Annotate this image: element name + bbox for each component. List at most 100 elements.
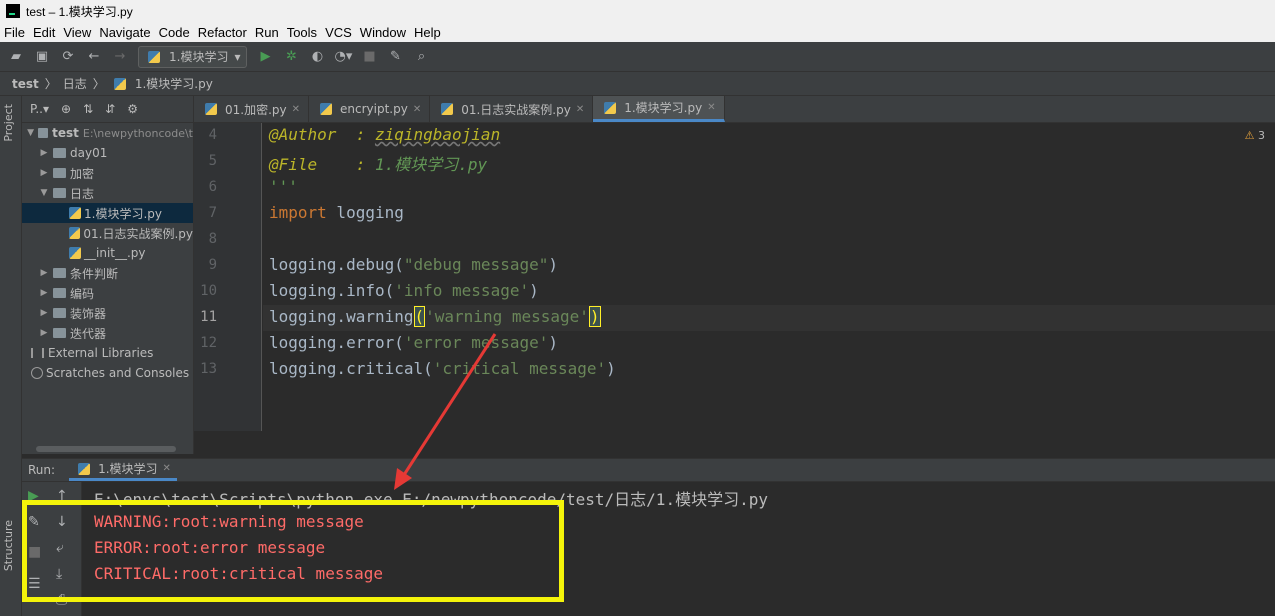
profile-icon[interactable]: ◔▾ bbox=[335, 49, 353, 65]
library-icon bbox=[31, 348, 44, 358]
project-view-select[interactable]: P..▾ bbox=[30, 102, 49, 116]
open-folder-icon[interactable]: ▰ bbox=[8, 49, 24, 65]
tree-item-module-study[interactable]: 1.模块学习.py bbox=[22, 203, 193, 223]
warnings-indicator[interactable]: ⚠ 3 bbox=[1245, 129, 1265, 142]
tree-item-label: day01 bbox=[70, 146, 108, 160]
menu-help[interactable]: Help bbox=[410, 25, 445, 40]
breadcrumb-folder[interactable]: 日志 bbox=[63, 75, 87, 92]
menu-vcs[interactable]: VCS bbox=[321, 25, 356, 40]
tree-item-label: Scratches and Consoles bbox=[46, 366, 190, 380]
structure-tool-tab[interactable]: Structure bbox=[2, 520, 15, 571]
tree-item-label: 装饰器 bbox=[70, 306, 107, 321]
folder-icon bbox=[53, 148, 66, 158]
search-icon[interactable]: ⌕ bbox=[413, 49, 429, 65]
tree-root-path: E:\newpythoncode\t bbox=[82, 126, 193, 140]
code-line-11: logging.warning('warning message') bbox=[269, 306, 601, 327]
menu-file[interactable]: File bbox=[0, 25, 29, 40]
coverage-icon[interactable]: ◐ bbox=[309, 49, 325, 65]
tree-item-init[interactable]: __init__.py bbox=[22, 243, 193, 263]
line-number-current: 11 bbox=[200, 309, 217, 325]
close-icon[interactable]: ✕ bbox=[707, 102, 715, 113]
run-tab-label: 1.模块学习 bbox=[98, 462, 158, 476]
menu-navigate[interactable]: Navigate bbox=[95, 25, 154, 40]
breadcrumb-separator-icon: 〉 bbox=[44, 77, 57, 91]
python-file-icon bbox=[604, 101, 617, 114]
menu-code[interactable]: Code bbox=[155, 25, 194, 40]
menu-refactor[interactable]: Refactor bbox=[194, 25, 251, 40]
main-toolbar: ▰ ▣ ⟳ ← → 1.模块学习 ▾ ▶ ✲ ◐ ◔▾ ■ ✎ ⌕ bbox=[0, 42, 1275, 72]
tab-jiami[interactable]: 01.加密.py ✕ bbox=[194, 96, 310, 122]
locate-icon[interactable]: ⊕ bbox=[61, 102, 71, 116]
tree-item-condition[interactable]: ▶ 条件判断 bbox=[22, 263, 193, 283]
code-line-10: logging.info('info message') bbox=[269, 281, 539, 300]
chevron-right-icon: ▶ bbox=[40, 288, 48, 298]
sync-icon[interactable]: ⟳ bbox=[60, 49, 76, 65]
tree-item-label: 迭代器 bbox=[70, 326, 107, 341]
collapse-all-icon[interactable]: ⇵ bbox=[105, 102, 115, 116]
line-gutter: 4 5 6 7 8 9 10 11 12 13 bbox=[194, 123, 262, 431]
back-arrow-icon[interactable]: ← bbox=[86, 49, 102, 65]
tree-root[interactable]: ▼ test E:\newpythoncode\t bbox=[22, 123, 193, 143]
line-number: 12 bbox=[200, 335, 217, 351]
left-tool-strip: Project Structure bbox=[0, 96, 22, 616]
line-number: 9 bbox=[208, 257, 217, 273]
code-editor[interactable]: 4 5 6 7 8 9 10 11 12 13 @Author : ziqing… bbox=[194, 123, 1275, 431]
tree-item-external-libraries[interactable]: External Libraries bbox=[22, 343, 193, 363]
chevron-right-icon: ▶ bbox=[40, 168, 48, 178]
tree-item-encoding[interactable]: ▶ 编码 bbox=[22, 283, 193, 303]
run-tab[interactable]: 1.模块学习 ✕ bbox=[69, 459, 177, 481]
line-number: 7 bbox=[208, 205, 217, 221]
breadcrumb-project[interactable]: test bbox=[12, 77, 39, 91]
wrench-icon[interactable]: ✎ bbox=[387, 49, 403, 65]
chevron-down-icon: ▼ bbox=[40, 188, 48, 198]
menu-tools[interactable]: Tools bbox=[283, 25, 321, 40]
tree-item-label: 1.模块学习.py bbox=[84, 206, 162, 221]
menu-view[interactable]: View bbox=[59, 25, 95, 40]
code-line-5: @File : 1.模块学习.py bbox=[269, 155, 488, 174]
code-line-13: logging.critical('critical message') bbox=[269, 359, 616, 378]
horizontal-scrollbar[interactable] bbox=[36, 446, 176, 452]
project-panel-header: P..▾ ⊕ ⇅ ⇵ ⚙ bbox=[22, 96, 193, 123]
gear-icon[interactable]: ⚙ bbox=[127, 102, 138, 116]
tree-item-iterator[interactable]: ▶ 迭代器 bbox=[22, 323, 193, 343]
expand-all-icon[interactable]: ⇅ bbox=[83, 102, 93, 116]
tree-item-decorator[interactable]: ▶ 装饰器 bbox=[22, 303, 193, 323]
menu-window[interactable]: Window bbox=[356, 25, 410, 40]
forward-arrow-icon[interactable]: → bbox=[112, 49, 128, 65]
code-line-9: logging.debug("debug message") bbox=[269, 255, 558, 274]
close-icon[interactable]: ✕ bbox=[413, 104, 421, 115]
breadcrumb-separator-icon: 〉 bbox=[92, 77, 105, 91]
folder-icon bbox=[53, 308, 66, 318]
save-icon[interactable]: ▣ bbox=[34, 49, 50, 65]
run-icon[interactable]: ▶ bbox=[257, 49, 273, 65]
breadcrumb-file[interactable]: 1.模块学习.py bbox=[135, 75, 213, 92]
editor-tabs: 01.加密.py ✕ encryipt.py ✕ 01.日志实战案例.py ✕ … bbox=[194, 96, 1275, 123]
close-icon[interactable]: ✕ bbox=[163, 463, 171, 474]
line-number: 8 bbox=[208, 231, 217, 247]
menu-run[interactable]: Run bbox=[251, 25, 283, 40]
python-file-icon bbox=[205, 103, 217, 115]
folder-icon bbox=[53, 168, 66, 178]
tree-item-day01[interactable]: ▶ day01 bbox=[22, 143, 193, 163]
tree-item-jiami[interactable]: ▶ 加密 bbox=[22, 163, 193, 183]
python-file-icon bbox=[69, 207, 81, 219]
project-tool-tab[interactable]: Project bbox=[2, 104, 15, 142]
menu-bar: File Edit View Navigate Code Refactor Ru… bbox=[0, 22, 1275, 42]
tree-item-scratches[interactable]: Scratches and Consoles bbox=[22, 363, 193, 383]
tab-encryipt[interactable]: encryipt.py ✕ bbox=[309, 96, 431, 122]
tree-item-label: 加密 bbox=[70, 166, 95, 181]
tree-item-rizhi[interactable]: ▼ 日志 bbox=[22, 183, 193, 203]
close-icon[interactable]: ✕ bbox=[292, 104, 300, 115]
line-number: 6 bbox=[208, 179, 217, 195]
tab-module-study[interactable]: 1.模块学习.py ✕ bbox=[593, 96, 725, 122]
stop-icon[interactable]: ■ bbox=[361, 49, 377, 65]
chevron-right-icon: ▶ bbox=[40, 148, 48, 158]
warning-icon: ⚠ bbox=[1244, 129, 1255, 142]
menu-edit[interactable]: Edit bbox=[29, 25, 59, 40]
debug-icon[interactable]: ✲ bbox=[283, 49, 299, 65]
run-config-select[interactable]: 1.模块学习 ▾ bbox=[138, 45, 248, 68]
close-icon[interactable]: ✕ bbox=[576, 104, 584, 115]
tab-log-case[interactable]: 01.日志实战案例.py ✕ bbox=[430, 96, 594, 122]
code-line-6: ''' bbox=[269, 177, 298, 196]
tree-item-log-case[interactable]: 01.日志实战案例.py bbox=[22, 223, 193, 243]
